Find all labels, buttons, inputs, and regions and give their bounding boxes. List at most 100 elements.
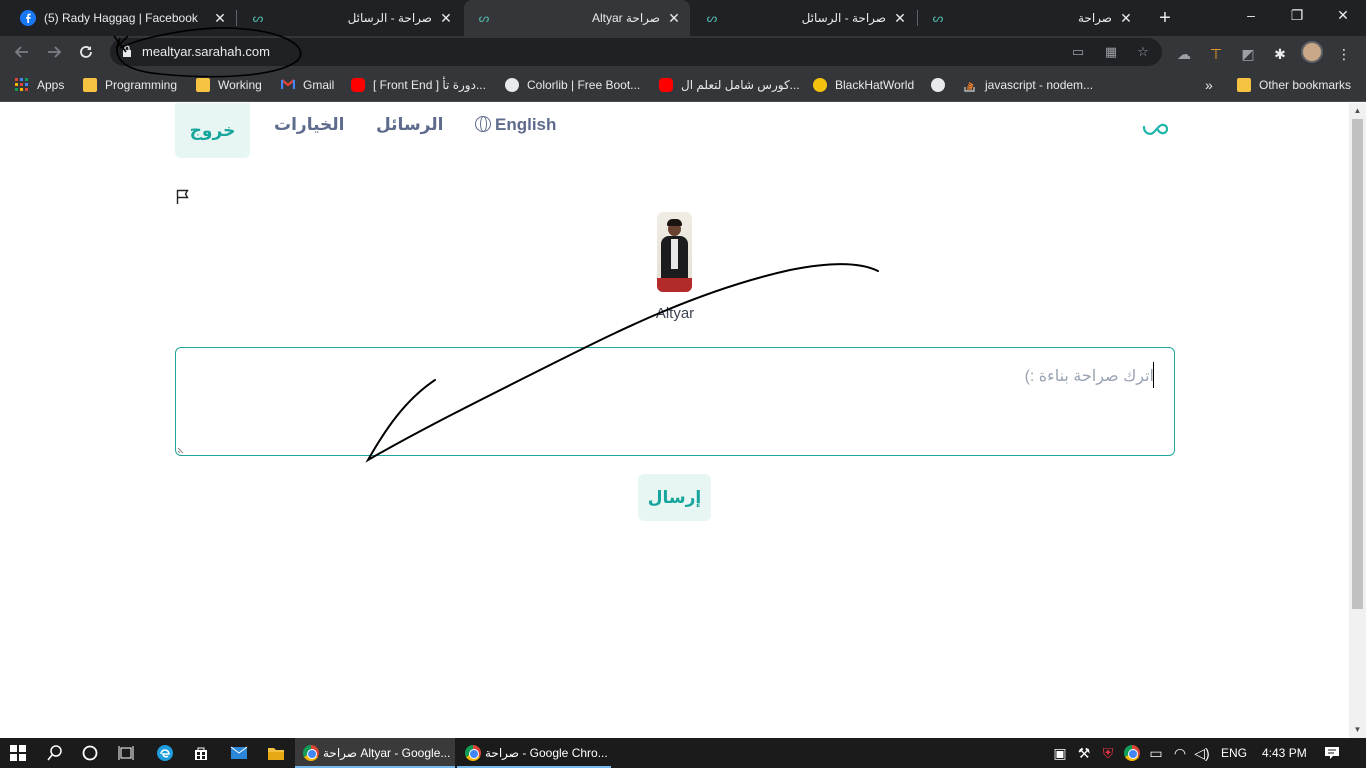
qr-icon[interactable]: ▦: [1103, 44, 1119, 60]
browser-toolbar: mealtyar.sarahah.com ▭ ▦ ☆ ☁ ⊤ ◩ ✱ ⋮: [0, 36, 1366, 68]
wifi-icon[interactable]: ◠: [1170, 743, 1190, 763]
message-textarea[interactable]: اترك صراحة بناءة :): [175, 347, 1175, 456]
scrollbar-thumb[interactable]: [1352, 119, 1363, 609]
report-flag-icon[interactable]: [176, 189, 190, 205]
lock-icon: [122, 45, 132, 57]
message-placeholder: اترك صراحة بناءة :): [1024, 368, 1154, 385]
clock-time[interactable]: 4:43 PM: [1262, 746, 1307, 760]
tab-messages-2[interactable]: ᔕ صراحة - الرسائل ✕: [692, 0, 916, 36]
tray-security-icon[interactable]: ⛨: [1098, 743, 1118, 763]
close-tab-icon[interactable]: ✕: [438, 10, 454, 26]
nav-messages[interactable]: الرسائل: [376, 115, 443, 135]
forward-button[interactable]: [42, 40, 66, 64]
apps-grid-icon: [15, 78, 29, 92]
bookmark-blackhatworld[interactable]: BlackHatWorld: [813, 76, 914, 94]
edge-icon[interactable]: [155, 743, 175, 763]
send-button[interactable]: إرسال: [638, 474, 711, 521]
task-view-icon[interactable]: [116, 743, 136, 763]
bookmarks-bar: Apps Programming Working Gmail [ Front E…: [0, 68, 1366, 102]
tab-title: صراحة: [1078, 11, 1112, 25]
profile-avatar[interactable]: [1301, 41, 1323, 63]
menu-kebab-icon[interactable]: ⋮: [1334, 44, 1354, 64]
bookmark-other[interactable]: Other bookmarks: [1237, 76, 1351, 94]
new-tab-button[interactable]: +: [1155, 8, 1175, 28]
bookmark-working[interactable]: Working: [196, 76, 262, 94]
scroll-down-arrow-icon[interactable]: ▼: [1353, 725, 1362, 734]
input-language[interactable]: ENG: [1221, 746, 1247, 760]
tab-sarahah[interactable]: ᔕ صراحة ✕: [918, 0, 1142, 36]
bookmark-label: Gmail: [303, 78, 335, 92]
page-scrollbar[interactable]: ▲ ▼: [1349, 103, 1366, 738]
extensions-puzzle-icon[interactable]: ✱: [1270, 44, 1290, 64]
folder-icon: [196, 78, 210, 92]
bookmark-gmail[interactable]: Gmail: [280, 76, 335, 94]
bookmark-label: javascript - nodem...: [985, 78, 1094, 92]
close-tab-icon[interactable]: ✕: [212, 10, 228, 26]
close-tab-icon[interactable]: ✕: [666, 10, 682, 26]
tab-facebook[interactable]: (5) Rady Haggag | Facebook ✕: [8, 0, 236, 36]
reload-button[interactable]: [74, 40, 98, 64]
star-bookmark-icon[interactable]: ☆: [1135, 44, 1151, 60]
sarahah-icon: ᔕ: [478, 11, 490, 25]
taskbar-chrome-sarahah[interactable]: صراحة - Google Chro...: [457, 738, 611, 768]
stackoverflow-icon: [963, 78, 977, 92]
profile-name: Altyar: [655, 305, 695, 322]
bookmark-frontend-course[interactable]: [ Front End ] دورة تأ...: [351, 76, 486, 94]
bhw-icon: [813, 78, 827, 92]
extension-cloud-icon[interactable]: ☁: [1174, 44, 1194, 64]
tab-altyar[interactable]: ᔕ Altyar صراحة ✕: [464, 0, 690, 36]
close-tab-icon[interactable]: ✕: [1118, 10, 1134, 26]
taskbar-app-label: صراحة - Google Chro...: [485, 746, 608, 760]
notifications-icon[interactable]: [1322, 743, 1342, 763]
taskbar-app-label: صراحة Altyar - Google...: [323, 746, 451, 760]
bookmark-programming[interactable]: Programming: [83, 76, 177, 94]
extension-orange-icon[interactable]: ⊤: [1206, 44, 1226, 64]
sarahah-icon: ᔕ: [932, 11, 944, 25]
windows-start-icon[interactable]: [8, 743, 28, 763]
logout-button[interactable]: خروج: [175, 103, 250, 158]
text-caret: [1153, 362, 1154, 388]
sarahah-logo-icon[interactable]: [1142, 121, 1170, 139]
nav-options[interactable]: الخيارات: [274, 115, 344, 135]
extension-gray-icon[interactable]: ◩: [1238, 44, 1258, 64]
sarahah-icon: ᔕ: [252, 11, 264, 25]
tray-network-monitor-icon[interactable]: ▣: [1050, 743, 1070, 763]
nav-language[interactable]: English: [475, 115, 556, 135]
bookmark-javascript[interactable]: javascript - nodem...: [963, 76, 1093, 94]
profile-photo: [657, 212, 692, 292]
tray-tools-icon[interactable]: ⚒: [1074, 743, 1094, 763]
address-bar[interactable]: mealtyar.sarahah.com ▭ ▦ ☆: [110, 38, 1162, 66]
taskbar-chrome-altyar[interactable]: صراحة Altyar - Google...: [295, 738, 455, 768]
resize-handle-icon[interactable]: [177, 445, 186, 454]
search-icon[interactable]: [45, 743, 65, 763]
maximize-button[interactable]: ❐: [1274, 0, 1320, 30]
tab-title: (5) Rady Haggag | Facebook: [44, 11, 198, 25]
url-text[interactable]: mealtyar.sarahah.com: [142, 44, 270, 59]
tab-title: صراحة - الرسائل: [801, 11, 886, 25]
bookmark-label: Other bookmarks: [1259, 78, 1352, 92]
bookmark-colorlib[interactable]: Colorlib | Free Boot...: [505, 76, 640, 94]
minimize-button[interactable]: –: [1228, 0, 1274, 30]
bookmark-full-course[interactable]: كورس شامل لتعلم ال...: [659, 76, 800, 94]
youtube-icon: [351, 78, 365, 92]
store-icon[interactable]: [191, 743, 211, 763]
volume-icon[interactable]: ◁): [1192, 743, 1212, 763]
tray-chrome-icon[interactable]: [1122, 743, 1142, 763]
page-content: خروج الخيارات الرسائل English Altyar اتر…: [0, 103, 1349, 738]
nav-language-label: English: [495, 115, 557, 134]
cortana-icon[interactable]: [80, 743, 100, 763]
bookmark-label: Colorlib | Free Boot...: [527, 78, 641, 92]
scroll-up-arrow-icon[interactable]: ▲: [1353, 106, 1362, 115]
bookmark-label: Programming: [105, 78, 178, 92]
close-tab-icon[interactable]: ✕: [892, 10, 908, 26]
tab-messages[interactable]: ᔕ صراحة - الرسائل ✕: [238, 0, 462, 36]
mail-icon[interactable]: [229, 743, 249, 763]
bookmark-globe[interactable]: [931, 76, 945, 94]
bookmark-apps[interactable]: Apps: [15, 76, 64, 94]
back-button[interactable]: [10, 40, 34, 64]
close-window-button[interactable]: ✕: [1320, 0, 1366, 30]
battery-icon[interactable]: ▭: [1146, 743, 1166, 763]
cast-icon[interactable]: ▭: [1070, 44, 1086, 60]
file-explorer-icon[interactable]: [266, 743, 286, 763]
bookmarks-overflow-button[interactable]: »: [1205, 76, 1213, 94]
